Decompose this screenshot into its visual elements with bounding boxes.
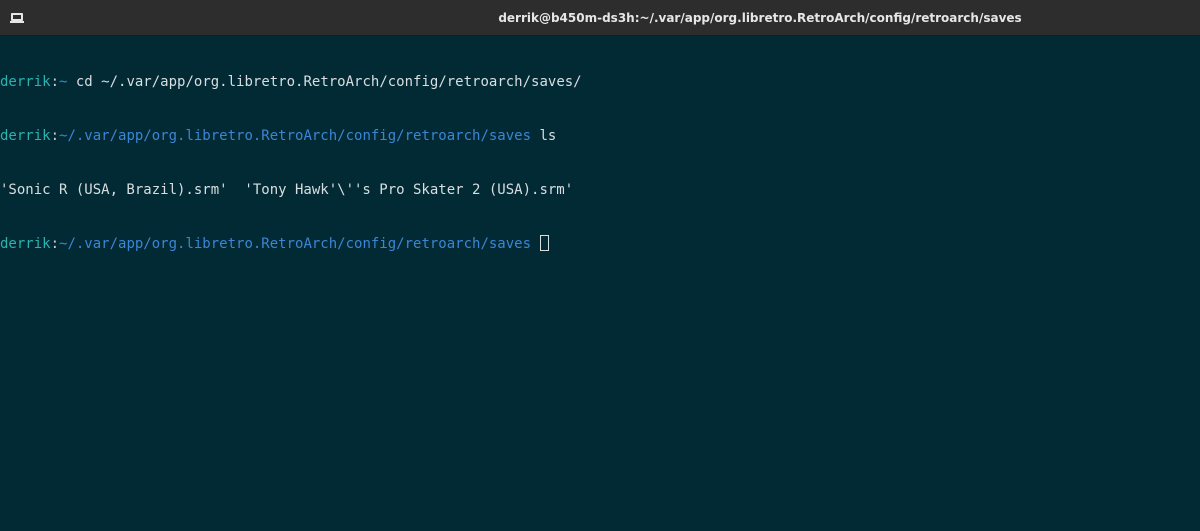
output-line: 'Sonic R (USA, Brazil).srm' 'Tony Hawk'\… — [0, 181, 1200, 199]
terminal-icon[interactable] — [9, 11, 25, 25]
terminal-window: derrik@b450m-ds3h:~/.var/app/org.libretr… — [0, 0, 1200, 531]
prompt-user: derrik — [0, 128, 51, 144]
terminal-output[interactable]: derrik:~ cd ~/.var/app/org.libretro.Retr… — [0, 37, 1200, 531]
title-bar[interactable]: derrik@b450m-ds3h:~/.var/app/org.libretr… — [0, 0, 1200, 36]
command-text: cd ~/.var/app/org.libretro.RetroArch/con… — [67, 74, 582, 90]
prompt-user: derrik — [0, 74, 51, 90]
prompt-separator: : — [50, 236, 60, 252]
window-title: derrik@b450m-ds3h:~/.var/app/org.libretr… — [498, 11, 1022, 25]
prompt-line: derrik:~ cd ~/.var/app/org.libretro.Retr… — [0, 73, 1200, 91]
terminal-cursor — [540, 235, 550, 251]
prompt-user: derrik — [0, 236, 51, 252]
prompt-separator: : — [50, 128, 60, 144]
command-text — [531, 236, 539, 252]
prompt-line: derrik:~/.var/app/org.libretro.RetroArch… — [0, 235, 1200, 253]
prompt-path: ~/.var/app/org.libretro.RetroArch/config… — [59, 236, 532, 252]
ls-output: 'Sonic R (USA, Brazil).srm' 'Tony Hawk'\… — [0, 182, 574, 198]
command-text: ls — [531, 128, 557, 144]
prompt-line: derrik:~/.var/app/org.libretro.RetroArch… — [0, 127, 1200, 145]
prompt-path: ~/.var/app/org.libretro.RetroArch/config… — [59, 128, 532, 144]
prompt-separator: : — [50, 74, 60, 90]
